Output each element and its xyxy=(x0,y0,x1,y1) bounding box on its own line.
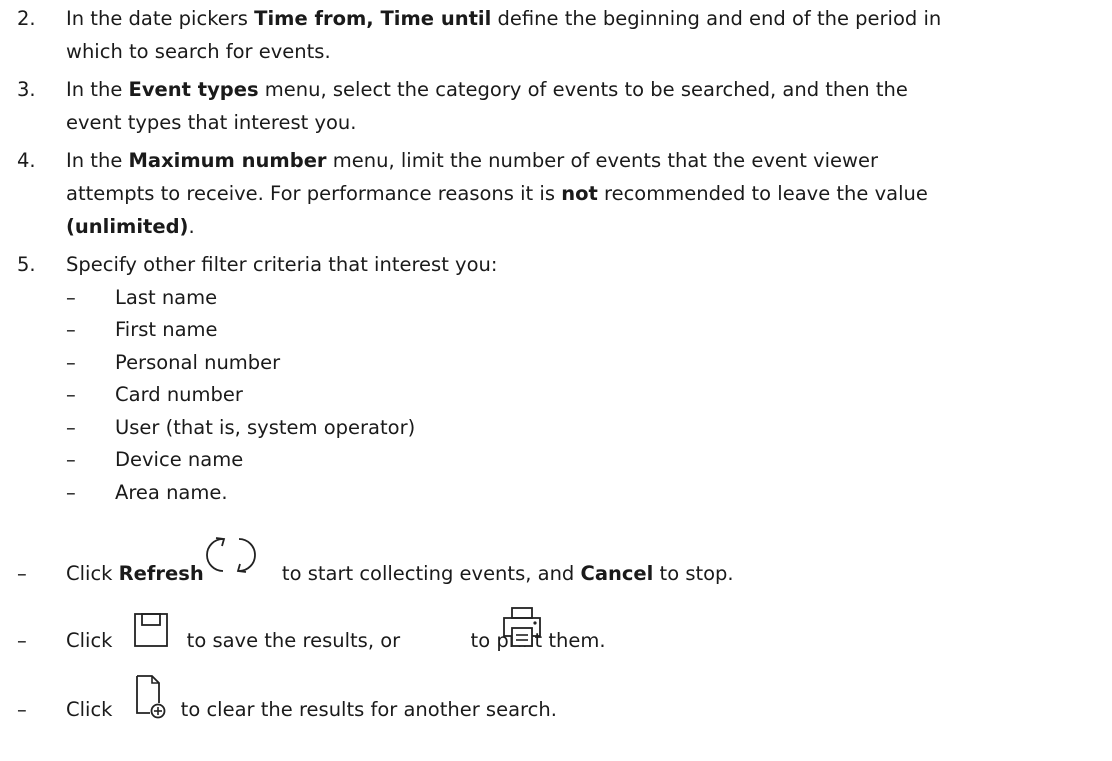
text: recommended to leave the value xyxy=(597,182,928,205)
text: menu, limit the number of events that th… xyxy=(326,149,878,172)
ui-term: Event types xyxy=(128,78,259,101)
ui-term: Maximum number xyxy=(128,149,327,172)
list-item: First name xyxy=(115,318,218,341)
ui-term: (unlimited) xyxy=(66,215,189,238)
refresh-icon xyxy=(203,532,259,578)
list-item: Device name xyxy=(115,448,244,471)
step-number: 4. xyxy=(17,149,36,172)
text: attempts to receive. For performance rea… xyxy=(66,182,562,205)
list-item: Personal number xyxy=(115,351,281,374)
list-bullet: – xyxy=(66,383,76,406)
text: to start collecting events, and xyxy=(275,562,581,585)
text: . xyxy=(188,215,195,238)
refresh-label: Refresh xyxy=(118,562,204,585)
text: to stop. xyxy=(653,562,734,585)
step-text: (unlimited). xyxy=(66,213,195,241)
step-text: Specify other filter criteria that inter… xyxy=(66,253,498,276)
step-text: event types that interest you. xyxy=(66,111,357,134)
list-bullet: – xyxy=(66,286,76,309)
step-number: 2. xyxy=(17,7,36,30)
list-bullet: – xyxy=(66,318,76,341)
step-number: 3. xyxy=(17,78,36,101)
list-bullet: – xyxy=(17,698,27,721)
new-document-icon xyxy=(134,673,168,719)
text: to clear the results for another search. xyxy=(174,698,557,721)
step-text: In the Event types menu, select the cate… xyxy=(66,76,908,104)
list-bullet: – xyxy=(17,562,27,585)
text: Click xyxy=(66,629,113,652)
list-item: Last name xyxy=(115,286,218,309)
cancel-label: Cancel xyxy=(580,562,654,585)
step-text: which to search for events. xyxy=(66,40,331,63)
text: In the xyxy=(66,149,129,172)
print-icon xyxy=(502,606,542,650)
step-number: 5. xyxy=(17,253,36,276)
list-bullet: – xyxy=(66,351,76,374)
step-text: In the Maximum number menu, limit the nu… xyxy=(66,147,878,175)
list-bullet: – xyxy=(66,448,76,471)
text: define the beginning and end of the peri… xyxy=(491,7,942,30)
list-bullet: – xyxy=(66,481,76,504)
text: Click xyxy=(66,698,113,721)
list-item: User (that is, system operator) xyxy=(115,416,416,439)
text: menu, select the category of events to b… xyxy=(258,78,908,101)
text: In the date pickers xyxy=(66,7,255,30)
text: In the xyxy=(66,78,129,101)
text: Click xyxy=(66,562,119,585)
emphasis: not xyxy=(561,182,598,205)
action-refresh-text: Click Refresh to start collecting events… xyxy=(66,560,734,588)
step-text: In the date pickers Time from, Time unti… xyxy=(66,5,941,33)
list-item: Card number xyxy=(115,383,243,406)
save-icon xyxy=(133,612,169,650)
list-item: Area name. xyxy=(115,481,228,504)
ui-term: Time from, Time until xyxy=(254,7,492,30)
step-text: attempts to receive. For performance rea… xyxy=(66,180,928,208)
text: to save the results, or xyxy=(180,629,407,652)
list-bullet: – xyxy=(17,629,27,652)
list-bullet: – xyxy=(66,416,76,439)
